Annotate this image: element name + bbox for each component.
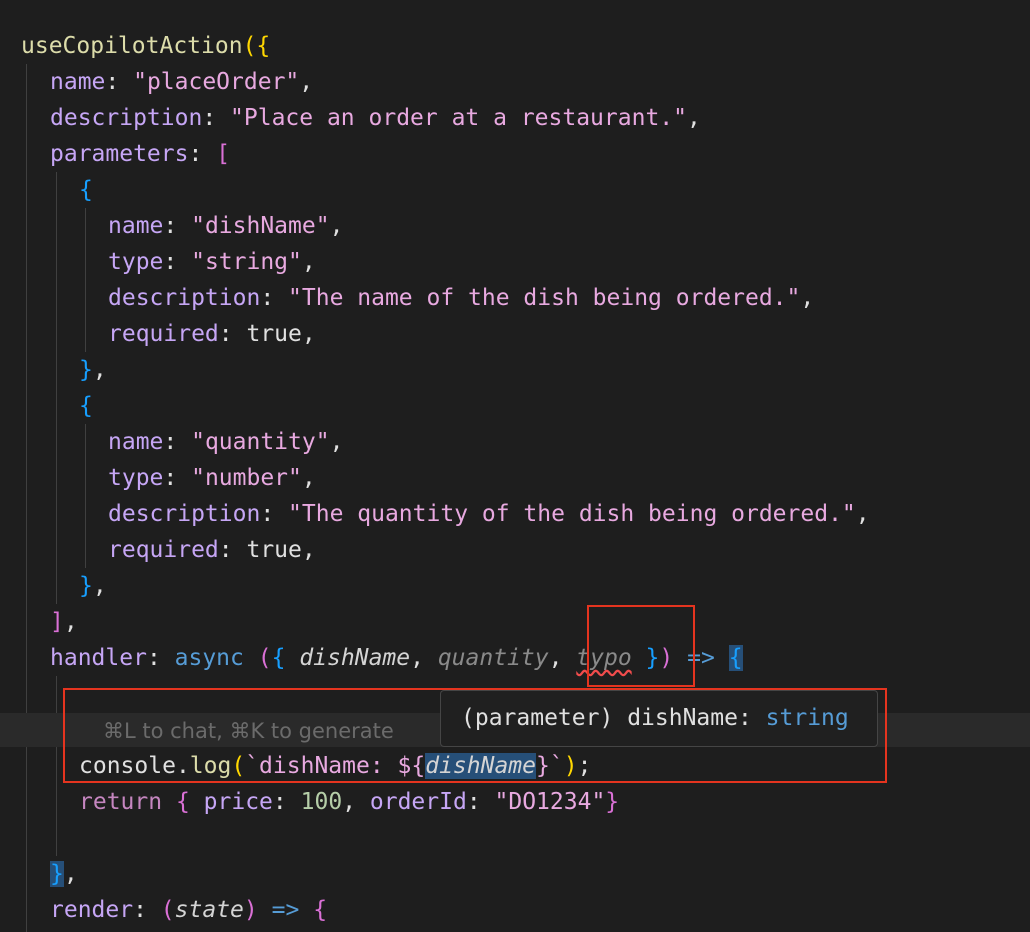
code-line: },: [79, 357, 107, 383]
property-key: description: [50, 105, 203, 131]
property-key: description: [108, 285, 261, 311]
property-key: handler: [50, 645, 147, 671]
string-literal: "Place an order at a restaurant.": [230, 105, 687, 131]
property-key: price: [203, 789, 273, 815]
code-line: {: [79, 393, 93, 419]
property-key: name: [50, 69, 106, 95]
boolean-literal: true: [246, 321, 302, 347]
code-line: ],: [50, 609, 78, 635]
code-line: required: true,: [108, 321, 316, 347]
property-key: name: [108, 213, 164, 239]
indent-guide: [56, 172, 57, 604]
property-key: parameters: [50, 141, 189, 167]
indent-guide: [85, 208, 86, 352]
keyword: async: [174, 645, 244, 671]
code-line: name: "quantity",: [108, 429, 344, 455]
boolean-literal: true: [246, 537, 302, 563]
code-line: parameters: [: [50, 141, 231, 167]
code-line: type: "number",: [108, 465, 316, 491]
string-literal: "The name of the dish being ordered.": [288, 285, 801, 311]
function-name: useCopilotAction: [21, 33, 243, 59]
code-line: },: [79, 573, 107, 599]
code-line: description: "The name of the dish being…: [108, 285, 815, 311]
string-literal: "dishName": [191, 213, 330, 239]
keyword: return: [79, 789, 163, 815]
number-literal: 100: [300, 789, 343, 815]
bracket: ({: [242, 33, 271, 59]
string-literal: "string": [191, 249, 302, 275]
code-line: required: true,: [108, 537, 316, 563]
property-key: required: [108, 321, 219, 347]
indent-guide: [85, 424, 86, 568]
param-dishname: dishName: [299, 645, 411, 671]
param-quantity: quantity: [437, 645, 549, 671]
annotation-box-typo: [587, 605, 695, 687]
code-line: name: "dishName",: [108, 213, 344, 239]
code-line: return { price: 100, orderId: "DO1234"}: [79, 789, 620, 815]
property-key: name: [108, 429, 164, 455]
code-line: },: [50, 861, 78, 887]
string-literal: "placeOrder": [133, 69, 300, 95]
code-line: name: "placeOrder",: [50, 69, 314, 95]
code-line: useCopilotAction({: [21, 28, 270, 64]
indent-guide: [56, 676, 57, 856]
code-line: render: (state) => {: [50, 897, 328, 923]
string-literal: "number": [191, 465, 302, 491]
property-key: description: [108, 501, 261, 527]
property-key: orderId: [369, 789, 467, 815]
code-line: type: "string",: [108, 249, 316, 275]
property-key: render: [50, 897, 134, 923]
property-key: required: [108, 537, 219, 563]
param-state: state: [174, 897, 244, 923]
code-editor[interactable]: useCopilotAction({ name: "placeOrder", d…: [0, 0, 1030, 932]
annotation-box-console-log: [63, 688, 887, 783]
property-key: type: [108, 465, 164, 491]
string-literal: "quantity": [191, 429, 330, 455]
code-line: description: "The quantity of the dish b…: [108, 501, 870, 527]
string-literal: "DO1234": [494, 789, 606, 815]
property-key: type: [108, 249, 164, 275]
code-line: description: "Place an order at a restau…: [50, 105, 701, 131]
string-literal: "The quantity of the dish being ordered.…: [288, 501, 856, 527]
indent-guide: [26, 64, 27, 932]
code-line: {: [79, 177, 93, 203]
